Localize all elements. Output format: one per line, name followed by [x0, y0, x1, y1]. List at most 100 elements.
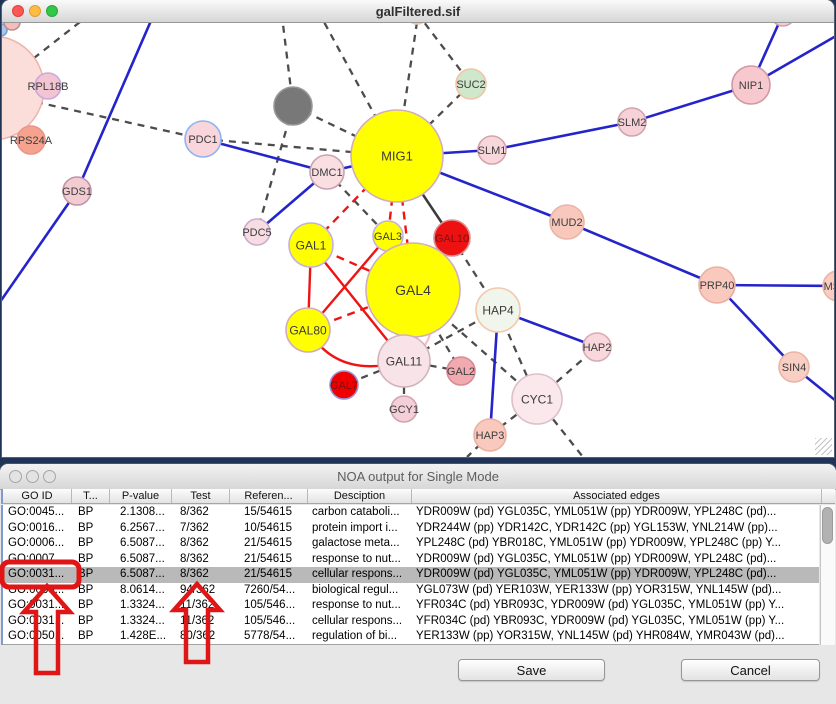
node-label-MUD2: MUD2: [551, 217, 582, 229]
node-label-RPS24A: RPS24A: [10, 135, 53, 147]
cell: 6.5087...: [110, 536, 172, 552]
node-label-HAP3: HAP3: [476, 430, 505, 442]
cell: 15/54615: [230, 505, 308, 521]
edge[interactable]: [492, 122, 632, 150]
cell: 8/362: [172, 536, 230, 552]
table-scrollbar[interactable]: [820, 505, 835, 645]
noa-window-titlebar[interactable]: NOA output for Single Mode: [0, 464, 836, 490]
node-graynode[interactable]: [274, 87, 312, 125]
cell: 94/362: [172, 583, 230, 599]
table-row[interactable]: GO:0006...BP6.5087...8/36221/54615galact…: [3, 536, 819, 552]
cell: BP: [72, 598, 110, 614]
cell: protein import i...: [308, 521, 412, 537]
table-row[interactable]: GO:0007...BP6.5087...8/36221/54615respon…: [3, 552, 819, 568]
cell: GO:0045...: [3, 505, 72, 521]
cell: 1.428E...: [110, 629, 172, 645]
cell: 6.2567...: [110, 521, 172, 537]
cell: BP: [72, 536, 110, 552]
cell: 6.5087...: [110, 552, 172, 568]
node-label-PDC1: PDC1: [188, 134, 217, 146]
cancel-button[interactable]: Cancel: [681, 659, 820, 681]
column-header-1[interactable]: T...: [72, 489, 110, 503]
node-label-PDC5: PDC5: [242, 227, 271, 239]
cell: 80/362: [172, 629, 230, 645]
edge[interactable]: [203, 139, 327, 172]
edge[interactable]: [77, 0, 160, 191]
save-button[interactable]: Save: [458, 659, 605, 681]
edge[interactable]: [34, 22, 80, 58]
cell: GO:0007...: [3, 552, 72, 568]
cell: YFR034C (pd) YBR093C, YDR009W (pd) YGL03…: [412, 614, 819, 630]
edge[interactable]: [567, 222, 717, 285]
column-header-0[interactable]: GO ID: [3, 489, 72, 503]
node-label-GAL10: GAL10: [435, 233, 469, 245]
cell: YDR009W (pd) YGL035C, YML051W (pp) YDR00…: [412, 567, 819, 583]
node-label-GCY1: GCY1: [389, 404, 419, 416]
cell: GO:0006...: [3, 536, 72, 552]
cell: YDR244W (pp) YDR142C, YDR142C (pp) YGL15…: [412, 521, 819, 537]
cell: GO:0031...: [3, 598, 72, 614]
node-label-GAL7: GAL7: [330, 380, 358, 392]
cell: GO:0016...: [3, 521, 72, 537]
cell: GO:0031...: [3, 614, 72, 630]
column-header-5[interactable]: Desciption: [308, 489, 412, 503]
network-window: RPL18BRPS24AGDS1PDC1PDC5MIG1SUC2SLM1DMC1…: [2, 0, 834, 457]
cell: GO:0065...: [3, 583, 72, 599]
network-window-titlebar[interactable]: galFiltered.sif: [2, 0, 834, 23]
node-label-PRP40: PRP40: [700, 280, 735, 292]
node-label-DMC1: DMC1: [311, 167, 342, 179]
cell: 21/54615: [230, 552, 308, 568]
cell: 11/362: [172, 598, 230, 614]
column-header-3[interactable]: Test: [172, 489, 230, 503]
resize-grip-icon[interactable]: [815, 438, 832, 455]
node-label-MSL1: MSL1: [824, 281, 834, 293]
table-row[interactable]: GO:0050...BP1.428E...80/3625778/54...reg…: [3, 629, 819, 645]
table-row[interactable]: GO:0016...BP6.2567...7/36210/54615protei…: [3, 521, 819, 537]
cell: YFR034C (pd) YBR093C, YDR009W (pd) YGL03…: [412, 598, 819, 614]
go-term-table: GO:0045...BP2.1308...8/36215/54615carbon…: [1, 505, 819, 645]
cell: BP: [72, 583, 110, 599]
noa-output-window: NOA output for Single Mode GO IDT...P-va…: [0, 464, 836, 704]
cell: 6.5087...: [110, 567, 172, 583]
cell: 105/546...: [230, 614, 308, 630]
node-label-GAL2: GAL2: [447, 366, 475, 378]
cell: GO:0050...: [3, 629, 72, 645]
edge[interactable]: [36, 102, 203, 139]
cell: BP: [72, 614, 110, 630]
cell: galactose meta...: [308, 536, 412, 552]
column-header-4[interactable]: Referen...: [230, 489, 308, 503]
cell: YDR009W (pd) YGL035C, YML051W (pp) YDR00…: [412, 505, 819, 521]
node-label-CYC1: CYC1: [521, 392, 553, 406]
network-canvas[interactable]: RPL18BRPS24AGDS1PDC1PDC5MIG1SUC2SLM1DMC1…: [2, 0, 834, 457]
node-label-GAL1: GAL1: [296, 238, 327, 252]
edge[interactable]: [2, 191, 77, 302]
scrollbar-thumb[interactable]: [822, 507, 833, 544]
cell: carbon cataboli...: [308, 505, 412, 521]
cell: response to nut...: [308, 598, 412, 614]
node-label-HAP2: HAP2: [583, 342, 612, 354]
table-header: GO IDT...P-valueTestReferen...Desciption…: [1, 489, 835, 504]
cell: BP: [72, 629, 110, 645]
node-label-SLM1: SLM1: [478, 145, 507, 157]
cell: GO:0031...: [3, 567, 72, 583]
noa-window-title: NOA output for Single Mode: [0, 469, 836, 484]
column-header-6[interactable]: Associated edges: [412, 489, 822, 503]
cell: BP: [72, 567, 110, 583]
node-label-GAL3: GAL3: [374, 231, 402, 243]
node-label-SUC2: SUC2: [456, 79, 485, 91]
cell: BP: [72, 505, 110, 521]
table-row[interactable]: GO:0065...BP8.0614...94/3627260/54...bio…: [3, 583, 819, 599]
node-label-SLM2: SLM2: [618, 117, 647, 129]
cell: 5778/54...: [230, 629, 308, 645]
table-row[interactable]: GO:0031...BP1.3324...11/362105/546...res…: [3, 598, 819, 614]
node-label-SIN4: SIN4: [782, 362, 806, 374]
table-row[interactable]: GO:0031...BP6.5087...8/36221/54615cellul…: [3, 567, 819, 583]
cell: regulation of bi...: [308, 629, 412, 645]
node-label-HAP4: HAP4: [482, 303, 514, 317]
table-row[interactable]: GO:0045...BP2.1308...8/36215/54615carbon…: [3, 505, 819, 521]
table-row[interactable]: GO:0031...BP1.3324...11/362105/546...cel…: [3, 614, 819, 630]
cell: 8/362: [172, 505, 230, 521]
cell: 105/546...: [230, 598, 308, 614]
column-header-2[interactable]: P-value: [110, 489, 172, 503]
cell: BP: [72, 552, 110, 568]
